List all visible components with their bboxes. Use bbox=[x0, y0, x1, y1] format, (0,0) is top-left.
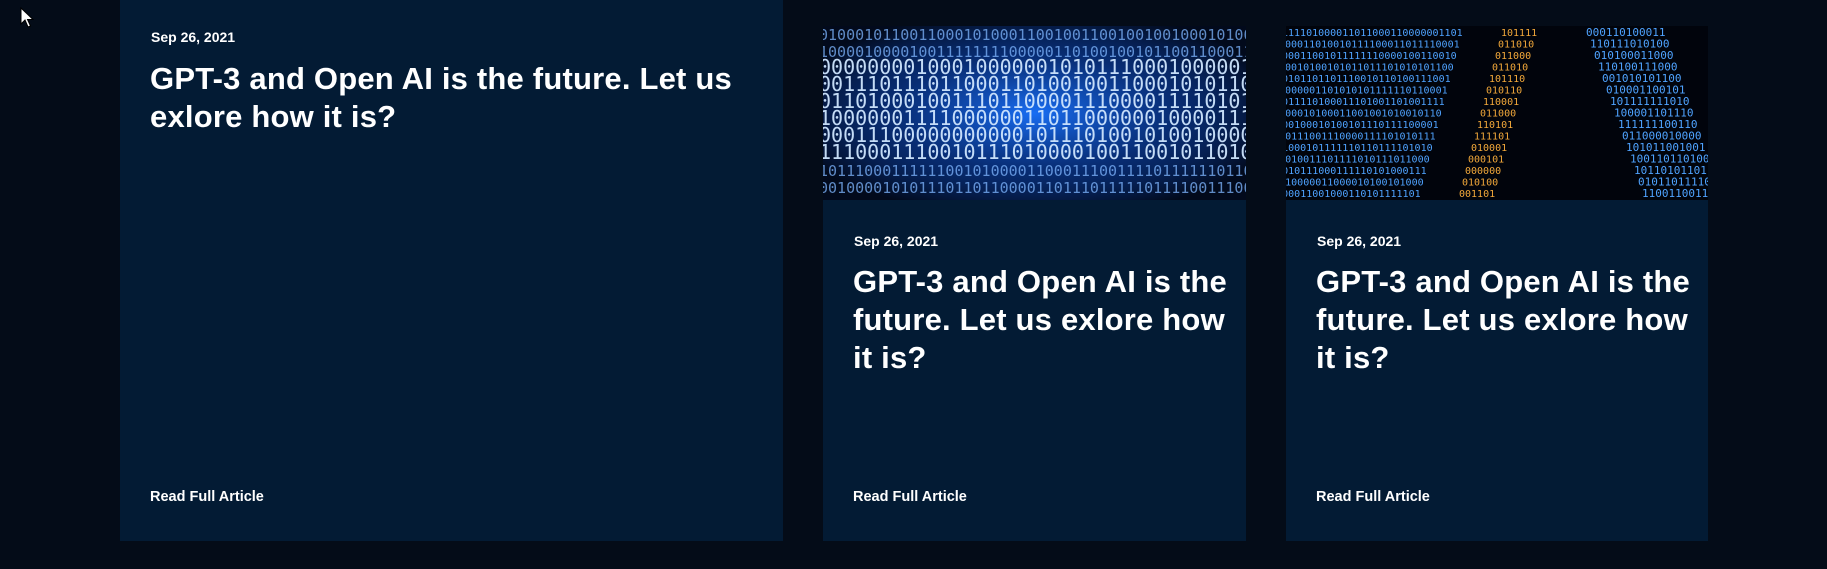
binary-code-image: 0100010110011000101000110010011001001001… bbox=[823, 26, 1246, 200]
svg-text:101111: 101111 bbox=[1501, 28, 1537, 39]
svg-text:001000010100011001001010010110: 001000010100011001001010010110 bbox=[1286, 109, 1442, 120]
article-title: GPT-3 and Open AI is the future. Let us … bbox=[150, 61, 732, 134]
svg-text:011000: 011000 bbox=[1480, 109, 1516, 120]
svg-text:000010010011101111010111011000: 000010010011101111010111011000 bbox=[1286, 155, 1430, 166]
read-full-article-link[interactable]: Read Full Article bbox=[853, 489, 967, 505]
article-title: GPT-3 and Open AI is the future. Let us … bbox=[853, 264, 1227, 375]
svg-text:000000: 000000 bbox=[1465, 166, 1501, 177]
svg-text:101110: 101110 bbox=[1489, 74, 1525, 85]
article-title: GPT-3 and Open AI is the future. Let us … bbox=[1316, 264, 1690, 375]
svg-text:110101101101110010110100111001: 110101101101110010110100111001 bbox=[1286, 74, 1451, 85]
svg-text:101000111001110000111101010111: 101000111001110000111101010111 bbox=[1286, 132, 1436, 143]
article-image: 111101000011011000110000001101 101111 0001… bbox=[1286, 26, 1708, 200]
svg-text:011000: 011000 bbox=[1495, 51, 1531, 62]
svg-text:110011001101: 110011001101 bbox=[1642, 187, 1708, 200]
article-card[interactable]: 0100010110011000101000110010011001001001… bbox=[823, 26, 1246, 541]
svg-text:100000001101010101111110110001: 100000001101010101111110110001 bbox=[1286, 86, 1448, 97]
svg-text:000010100101011011101010101100: 000010100101011011101010101100 bbox=[1286, 63, 1454, 74]
svg-text:001011000101111110110111101010: 001011000101111110110111101010 bbox=[1286, 143, 1433, 154]
svg-text:111000111001011101000010011001: 1110001110010111010000100110010110100011… bbox=[823, 140, 1246, 164]
svg-text:000101: 000101 bbox=[1468, 155, 1504, 166]
blog-section: Sep 26, 2021 GPT-3 and Open AI is the fu… bbox=[0, 0, 1827, 569]
mouse-pointer-icon bbox=[20, 7, 34, 28]
svg-text:101000100010100101110111100001: 101000100010100101110111100001 bbox=[1286, 120, 1439, 131]
read-full-article-link[interactable]: Read Full Article bbox=[150, 489, 264, 505]
article-card[interactable]: 111101000011011000110000001101 101111 0001… bbox=[1286, 26, 1708, 541]
svg-text:110011110100011101001101001111: 110011110100011101001101001111 bbox=[1286, 97, 1445, 108]
svg-text:011011110000011000010100101000: 011011110000011000010100101000 bbox=[1286, 178, 1424, 189]
article-date: Sep 26, 2021 bbox=[151, 29, 236, 45]
svg-text:111101000011011000110000001101: 111101000011011000110000001101 bbox=[1286, 28, 1463, 39]
binary-code-image: 111101000011011000110000001101 101111 0001… bbox=[1286, 26, 1708, 200]
svg-text:010001: 010001 bbox=[1471, 143, 1507, 154]
svg-text:001111010111000111110101000111: 001111010111000111110101000111 bbox=[1286, 166, 1427, 177]
svg-text:001101: 001101 bbox=[1459, 189, 1495, 200]
svg-text:010001011001100010100011001001: 0100010110011000101000110010011001001001… bbox=[823, 26, 1246, 44]
svg-text:110101: 110101 bbox=[1477, 120, 1513, 131]
svg-text:010100: 010100 bbox=[1462, 178, 1498, 189]
article-date: Sep 26, 2021 bbox=[1317, 233, 1402, 249]
svg-text:010110: 010110 bbox=[1486, 86, 1522, 97]
svg-text:001000010101110110110000110111: 0010000101011101101100001101110111110111… bbox=[823, 179, 1246, 197]
svg-text:101110001111110010100001100011: 1011100011111100101000011000111001111011… bbox=[823, 162, 1246, 180]
read-full-article-link[interactable]: Read Full Article bbox=[1316, 489, 1430, 505]
svg-text:111101: 111101 bbox=[1474, 132, 1510, 143]
svg-text:110001: 110001 bbox=[1483, 97, 1519, 108]
article-image: 0100010110011000101000110010011001001001… bbox=[823, 26, 1246, 200]
svg-text:011011100011001000110101111101: 011011100011001000110101111101 bbox=[1286, 189, 1421, 200]
svg-text:011010: 011010 bbox=[1492, 63, 1528, 74]
svg-text:100011010010111100011011110001: 100011010010111100011011110001 bbox=[1286, 40, 1460, 51]
article-card-featured[interactable]: Sep 26, 2021 GPT-3 and Open AI is the fu… bbox=[120, 0, 783, 541]
svg-text:100011001011111110000100110010: 100011001011111110000100110010 bbox=[1286, 51, 1457, 62]
article-date: Sep 26, 2021 bbox=[854, 233, 939, 249]
svg-text:011010: 011010 bbox=[1498, 40, 1534, 51]
